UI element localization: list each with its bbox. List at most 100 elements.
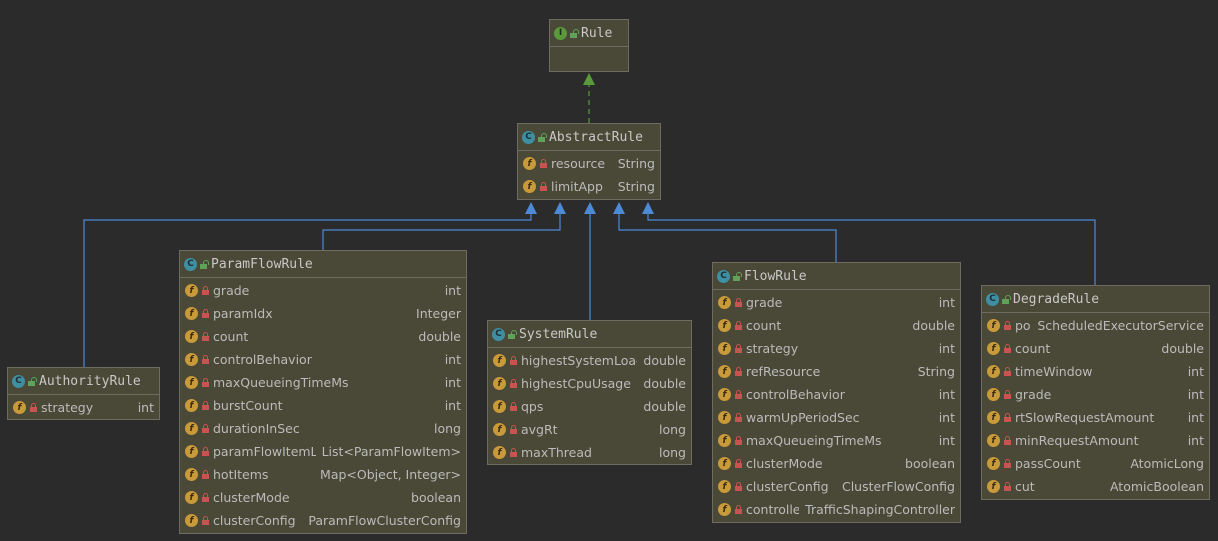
field-icon: f [185,468,198,481]
field-icon: f [987,457,1000,470]
static-field-icon: f [987,319,1000,332]
static-field-icon: f [987,480,1000,493]
class-header: I Rule [550,20,628,47]
field-row: f paramFlowItemList List<ParamFlowItem> [180,440,466,463]
field-name: pool [1015,318,1031,333]
lock-icon [202,470,209,479]
field-type: double [643,399,686,414]
lock-icon [735,505,742,514]
field-type: double [643,376,686,391]
field-name: maxQueueingTimeMs [213,375,349,390]
field-name: controller [746,502,800,517]
field-type: ClusterFlowConfig [841,479,955,494]
lock-icon [202,401,209,410]
field-type: int [938,410,955,425]
class-header: C AbstractRule [518,124,660,151]
field-row: f count double [713,314,960,337]
field-row: f clusterConfig ClusterFlowConfig [713,475,960,498]
field-row: f passCount AtomicLong [982,452,1209,475]
field-type: int [137,400,154,415]
field-type: int [938,387,955,402]
field-type: int [1187,433,1204,448]
lock-icon [202,286,209,295]
field-icon: f [987,388,1000,401]
field-row: f controller TrafficShapingController [713,498,960,521]
field-icon: f [493,423,506,436]
lock-icon [1004,390,1011,399]
lock-icon [202,332,209,341]
field-name: maxThread [521,445,592,460]
field-name: highestSystemLoad [521,353,638,368]
field-icon: f [523,180,536,193]
field-type: AtomicLong [1130,456,1204,471]
interface-icon: I [554,26,567,40]
lock-icon [735,367,742,376]
class-node-paramflowrule[interactable]: C ParamFlowRule f grade int f paramIdx Integ… [179,250,467,534]
field-type: int [1187,410,1204,425]
class-header: C ParamFlowRule [180,251,466,278]
lock-icon [202,516,209,525]
field-type: int [938,433,955,448]
class-name: ParamFlowRule [211,256,313,272]
field-row: f grade int [982,383,1209,406]
field-row: f paramIdx Integer [180,302,466,325]
field-name: grade [1015,387,1052,402]
class-node-degraderule[interactable]: C DegradeRule f pool ScheduledExecutorServ… [981,285,1210,500]
field-name: highestCpuUsage [521,376,631,391]
field-name: resource [551,156,606,171]
field-type: String [617,179,655,194]
field-name: refResource [746,364,821,379]
public-icon [508,329,517,339]
field-row: f burstCount int [180,394,466,417]
class-node-rule[interactable]: I Rule [549,19,629,72]
field-row: f grade int [180,279,466,302]
lock-icon [510,356,517,365]
field-type: int [444,352,461,367]
lock-icon [510,448,517,457]
field-icon: f [718,503,731,516]
field-row: f highestCpuUsage double [488,372,691,395]
field-type: AtomicBoolean [1109,479,1204,494]
field-icon: f [493,400,506,413]
lock-icon [735,459,742,468]
field-icon: f [185,376,198,389]
lock-icon [202,309,209,318]
field-icon: f [718,319,731,332]
field-list: f grade int f paramIdx Integer f count double … [180,278,466,532]
field-icon: f [718,434,731,447]
field-row: f controlBehavior int [713,383,960,406]
field-name: warmUpPeriodSec [746,410,860,425]
extends-edge-paramflowrule [322,202,566,250]
field-icon: f [718,480,731,493]
field-row: f timeWindow int [982,360,1209,383]
field-type: long [434,421,461,436]
class-node-authorityrule[interactable]: C AuthorityRule f strategy int [7,367,160,420]
class-node-abstractrule[interactable]: C AbstractRule f resource String f limit… [517,123,661,200]
field-row: f strategy int [713,337,960,360]
public-icon [200,259,209,269]
class-node-flowrule[interactable]: C FlowRule f grade int f count double f strat… [712,262,961,523]
field-row: f limitApp String [518,175,660,198]
lock-icon [735,482,742,491]
class-icon: C [492,327,505,341]
field-type: int [1187,364,1204,379]
class-node-systemrule[interactable]: C SystemRule f highestSystemLoad double f h… [487,320,692,465]
field-name: clusterConfig [746,479,829,494]
class-header: C FlowRule [713,263,960,290]
field-row: f clusterMode boolean [180,486,466,509]
public-icon [538,132,547,142]
lock-icon [202,424,209,433]
class-icon: C [12,374,25,388]
field-type: ScheduledExecutorService [1037,318,1204,333]
field-icon: f [185,353,198,366]
class-icon: C [986,292,999,306]
lock-icon [1004,321,1011,330]
field-type: int [1187,387,1204,402]
field-name: maxQueueingTimeMs [746,433,882,448]
field-type: long [659,445,686,460]
class-icon: C [717,269,730,283]
field-name: count [213,329,249,344]
field-row: f refResource String [713,360,960,383]
field-name: minRequestAmount [1015,433,1139,448]
field-name: clusterConfig [213,513,296,528]
